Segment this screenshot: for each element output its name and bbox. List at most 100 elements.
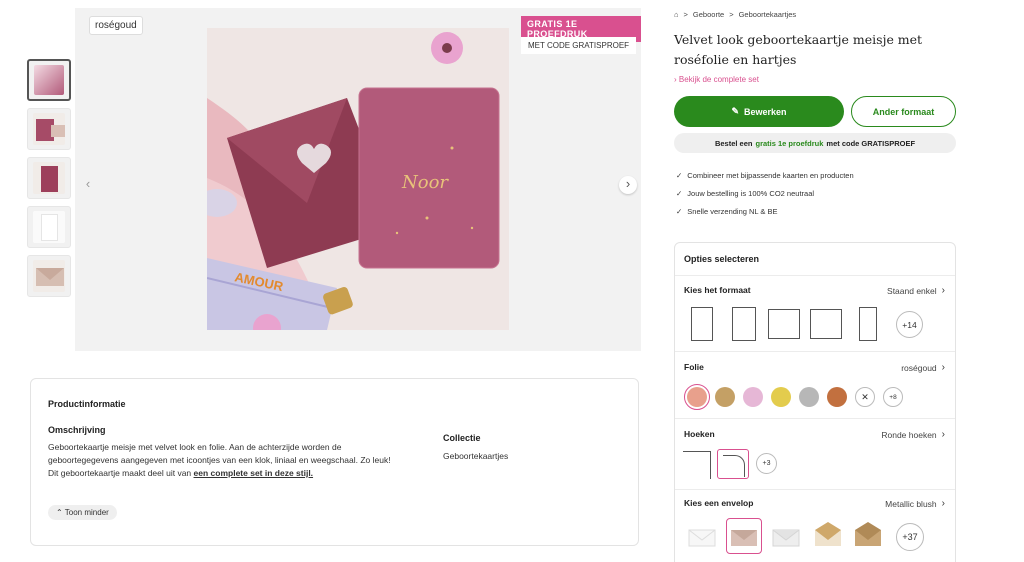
thumbnail-5[interactable] — [27, 255, 71, 297]
corners-value-button[interactable]: Ronde hoeken › — [881, 429, 945, 440]
chevron-up-icon: ⌃ — [56, 508, 63, 517]
chevron-right-icon: › — [941, 285, 945, 296]
product-info-card: Productinformatie Omschrijving Geboortek… — [30, 378, 639, 546]
breadcrumb-separator: > — [683, 10, 688, 19]
divider — [675, 418, 955, 419]
usp-list: ✓ Combineer met bijpassende kaarten en pr… — [676, 166, 854, 220]
format-label: Kies het formaat — [684, 285, 751, 295]
breadcrumb-separator: > — [729, 10, 734, 19]
envelope-thumb-icon — [36, 268, 64, 286]
check-icon: ✓ — [676, 188, 683, 198]
gallery-prev-button[interactable]: ‹ — [79, 176, 97, 194]
collection-value: Geboortekaartjes — [443, 451, 509, 461]
foil-swatch-rosegold[interactable] — [687, 387, 707, 407]
format-option-portrait-folded[interactable] — [732, 307, 756, 341]
envelope-option-grey[interactable] — [769, 519, 803, 553]
options-panel: Opties selecteren Kies het formaat Staan… — [674, 242, 956, 562]
chevron-right-icon: › — [941, 498, 945, 509]
close-icon: ✕ — [861, 391, 869, 402]
foil-value: roségoud — [901, 362, 937, 373]
format-option-square[interactable] — [768, 309, 800, 339]
envelope-value-button[interactable]: Metallic blush › — [885, 498, 945, 509]
divider — [675, 489, 955, 490]
description-text: Geboortekaartje meisje met velvet look e… — [48, 441, 403, 480]
svg-text:Noor: Noor — [401, 172, 449, 193]
other-format-button[interactable]: Ander formaat — [851, 96, 956, 127]
usp-text: Snelle verzending NL & BE — [687, 206, 778, 216]
envelope-icon — [731, 530, 757, 546]
corner-option-selected-frame[interactable] — [717, 449, 749, 479]
foil-label: Folie — [684, 362, 704, 372]
promo-code-label: MET CODE GRATISPROEF — [521, 37, 637, 54]
description-body: Geboortekaartje meisje met velvet look e… — [48, 442, 391, 465]
divider — [675, 275, 955, 276]
foil-swatch-gold[interactable] — [715, 387, 735, 407]
pencil-icon: ✎ — [731, 106, 739, 116]
product-title: Velvet look geboortekaartje meisje met r… — [674, 32, 923, 67]
envelope-option-white[interactable] — [685, 519, 719, 553]
home-icon[interactable]: ⌂ — [674, 10, 679, 19]
complete-set-label: Bekijk de complete set — [678, 75, 759, 84]
corners-value: Ronde hoeken — [881, 429, 937, 440]
collection-title: Collectie — [443, 433, 481, 443]
breadcrumb-item-geboorte[interactable]: Geboorte — [693, 10, 724, 19]
envelope-icon — [855, 522, 881, 546]
promo-post: met code GRATISPROEF — [826, 138, 916, 148]
thumbnail-3[interactable] — [27, 157, 71, 199]
thumbnail-4[interactable] — [27, 206, 71, 248]
corners-label: Hoeken — [684, 429, 715, 439]
thumbnail-1[interactable] — [27, 59, 71, 101]
usp-item: ✓ Snelle verzending NL & BE — [676, 202, 854, 220]
foil-none-button[interactable]: ✕ — [855, 387, 875, 407]
envelope-option-kraft[interactable] — [851, 519, 885, 553]
foil-value-button[interactable]: roségoud › — [901, 362, 945, 373]
divider — [675, 351, 955, 352]
envelope-option-blush[interactable] — [726, 518, 762, 554]
chevron-right-icon: › — [674, 75, 677, 84]
envelope-icon — [772, 529, 800, 547]
thumbnail-strip — [27, 59, 71, 304]
info-title: Productinformatie — [48, 399, 126, 409]
promo-highlight: gratis 1e proefdruk — [755, 138, 824, 148]
corner-option-square[interactable] — [683, 451, 711, 479]
complete-set-link[interactable]: › Bekijk de complete set — [674, 75, 759, 84]
check-icon: ✓ — [676, 170, 683, 180]
product-photo: Noor AMOUR — [207, 28, 509, 330]
foil-swatch-copper[interactable] — [827, 387, 847, 407]
usp-text: Combineer met bijpassende kaarten en pro… — [687, 170, 854, 180]
corners-more-button[interactable]: +3 — [756, 453, 777, 474]
set-sentence: Dit geboortekaartje maakt deel uit van — [48, 468, 194, 478]
chevron-right-icon: › — [941, 362, 945, 373]
toggle-less-label: Toon minder — [64, 508, 109, 517]
usp-item: ✓ Jouw bestelling is 100% CO2 neutraal — [676, 184, 854, 202]
envelope-icon — [815, 522, 841, 546]
foil-swatch-silver[interactable] — [799, 387, 819, 407]
foil-swatch-yellow-gold[interactable] — [771, 387, 791, 407]
format-option-slim[interactable] — [859, 307, 877, 341]
format-more-button[interactable]: +14 — [896, 311, 923, 338]
promo-pre: Bestel een — [714, 138, 753, 148]
foil-tag: roségoud — [89, 16, 143, 35]
format-option-square-folded[interactable] — [810, 309, 842, 339]
edit-button[interactable]: ✎ Bewerken — [674, 96, 844, 127]
breadcrumb-item-geboortekaartjes[interactable]: Geboortekaartjes — [739, 10, 797, 19]
gallery-next-button[interactable]: › — [619, 176, 637, 194]
promo-bar: Bestel een gratis 1e proefdruk met code … — [674, 133, 956, 153]
foil-swatch-holographic[interactable] — [743, 387, 763, 407]
toggle-less-button[interactable]: ⌃ Toon minder — [48, 505, 117, 520]
usp-text: Jouw bestelling is 100% CO2 neutraal — [687, 188, 815, 198]
breadcrumb: ⌂ > Geboorte > Geboortekaartjes — [674, 10, 796, 19]
product-gallery: roségoud GRATIS 1E PROEFDRUK MET CODE GR… — [75, 8, 641, 351]
set-link[interactable]: een complete set in deze stijl. — [194, 468, 314, 478]
envelope-option-gold[interactable] — [811, 519, 845, 553]
format-option-portrait-single[interactable] — [691, 307, 713, 341]
envelope-label: Kies een envelop — [684, 498, 754, 508]
chevron-right-icon: › — [941, 429, 945, 440]
foil-more-button[interactable]: +8 — [883, 387, 903, 407]
format-value: Staand enkel — [887, 285, 937, 296]
thumbnail-2[interactable] — [27, 108, 71, 150]
format-value-button[interactable]: Staand enkel › — [887, 285, 945, 296]
usp-item: ✓ Combineer met bijpassende kaarten en pr… — [676, 166, 854, 184]
description-title: Omschrijving — [48, 425, 106, 435]
envelope-more-button[interactable]: +37 — [896, 523, 924, 551]
